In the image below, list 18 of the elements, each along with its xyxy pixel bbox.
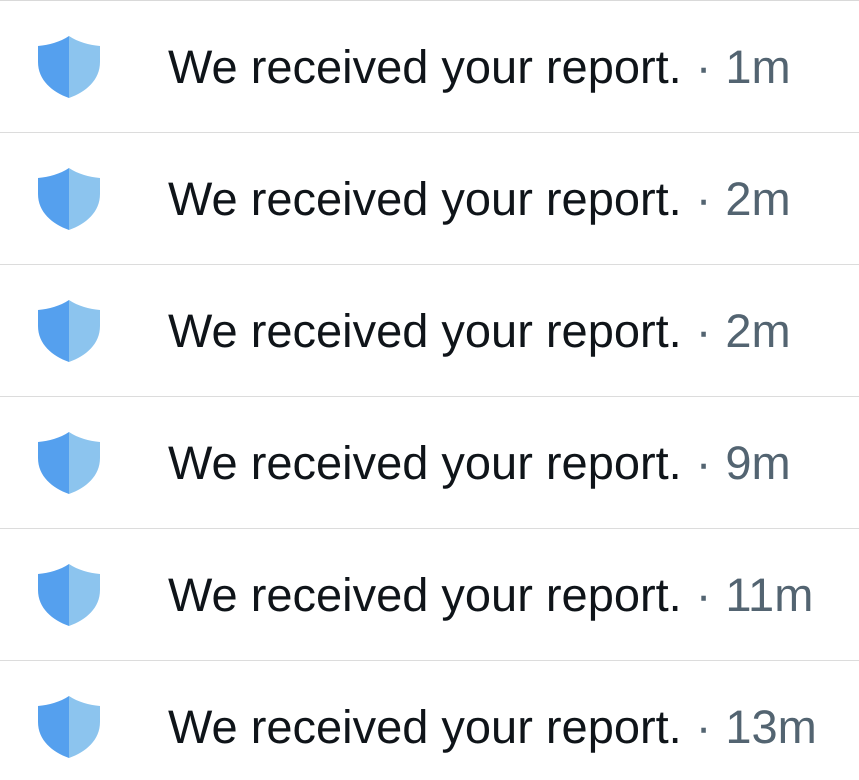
shield-icon: [38, 696, 100, 758]
shield-icon: [38, 168, 100, 230]
timestamp: 9m: [725, 439, 791, 486]
timestamp: 2m: [725, 307, 791, 354]
timestamp: 11m: [725, 571, 814, 618]
shield-icon: [38, 564, 100, 626]
timestamp: 13m: [725, 703, 817, 750]
separator: ·: [696, 571, 712, 618]
separator: ·: [696, 43, 712, 90]
shield-icon: [38, 300, 100, 362]
separator: ·: [696, 307, 712, 354]
separator: ·: [696, 439, 712, 486]
shield-icon: [38, 432, 100, 494]
separator: ·: [696, 175, 712, 222]
timestamp: 1m: [725, 43, 791, 90]
shield-icon: [38, 36, 100, 98]
timestamp: 2m: [725, 175, 791, 222]
separator: ·: [696, 703, 712, 750]
